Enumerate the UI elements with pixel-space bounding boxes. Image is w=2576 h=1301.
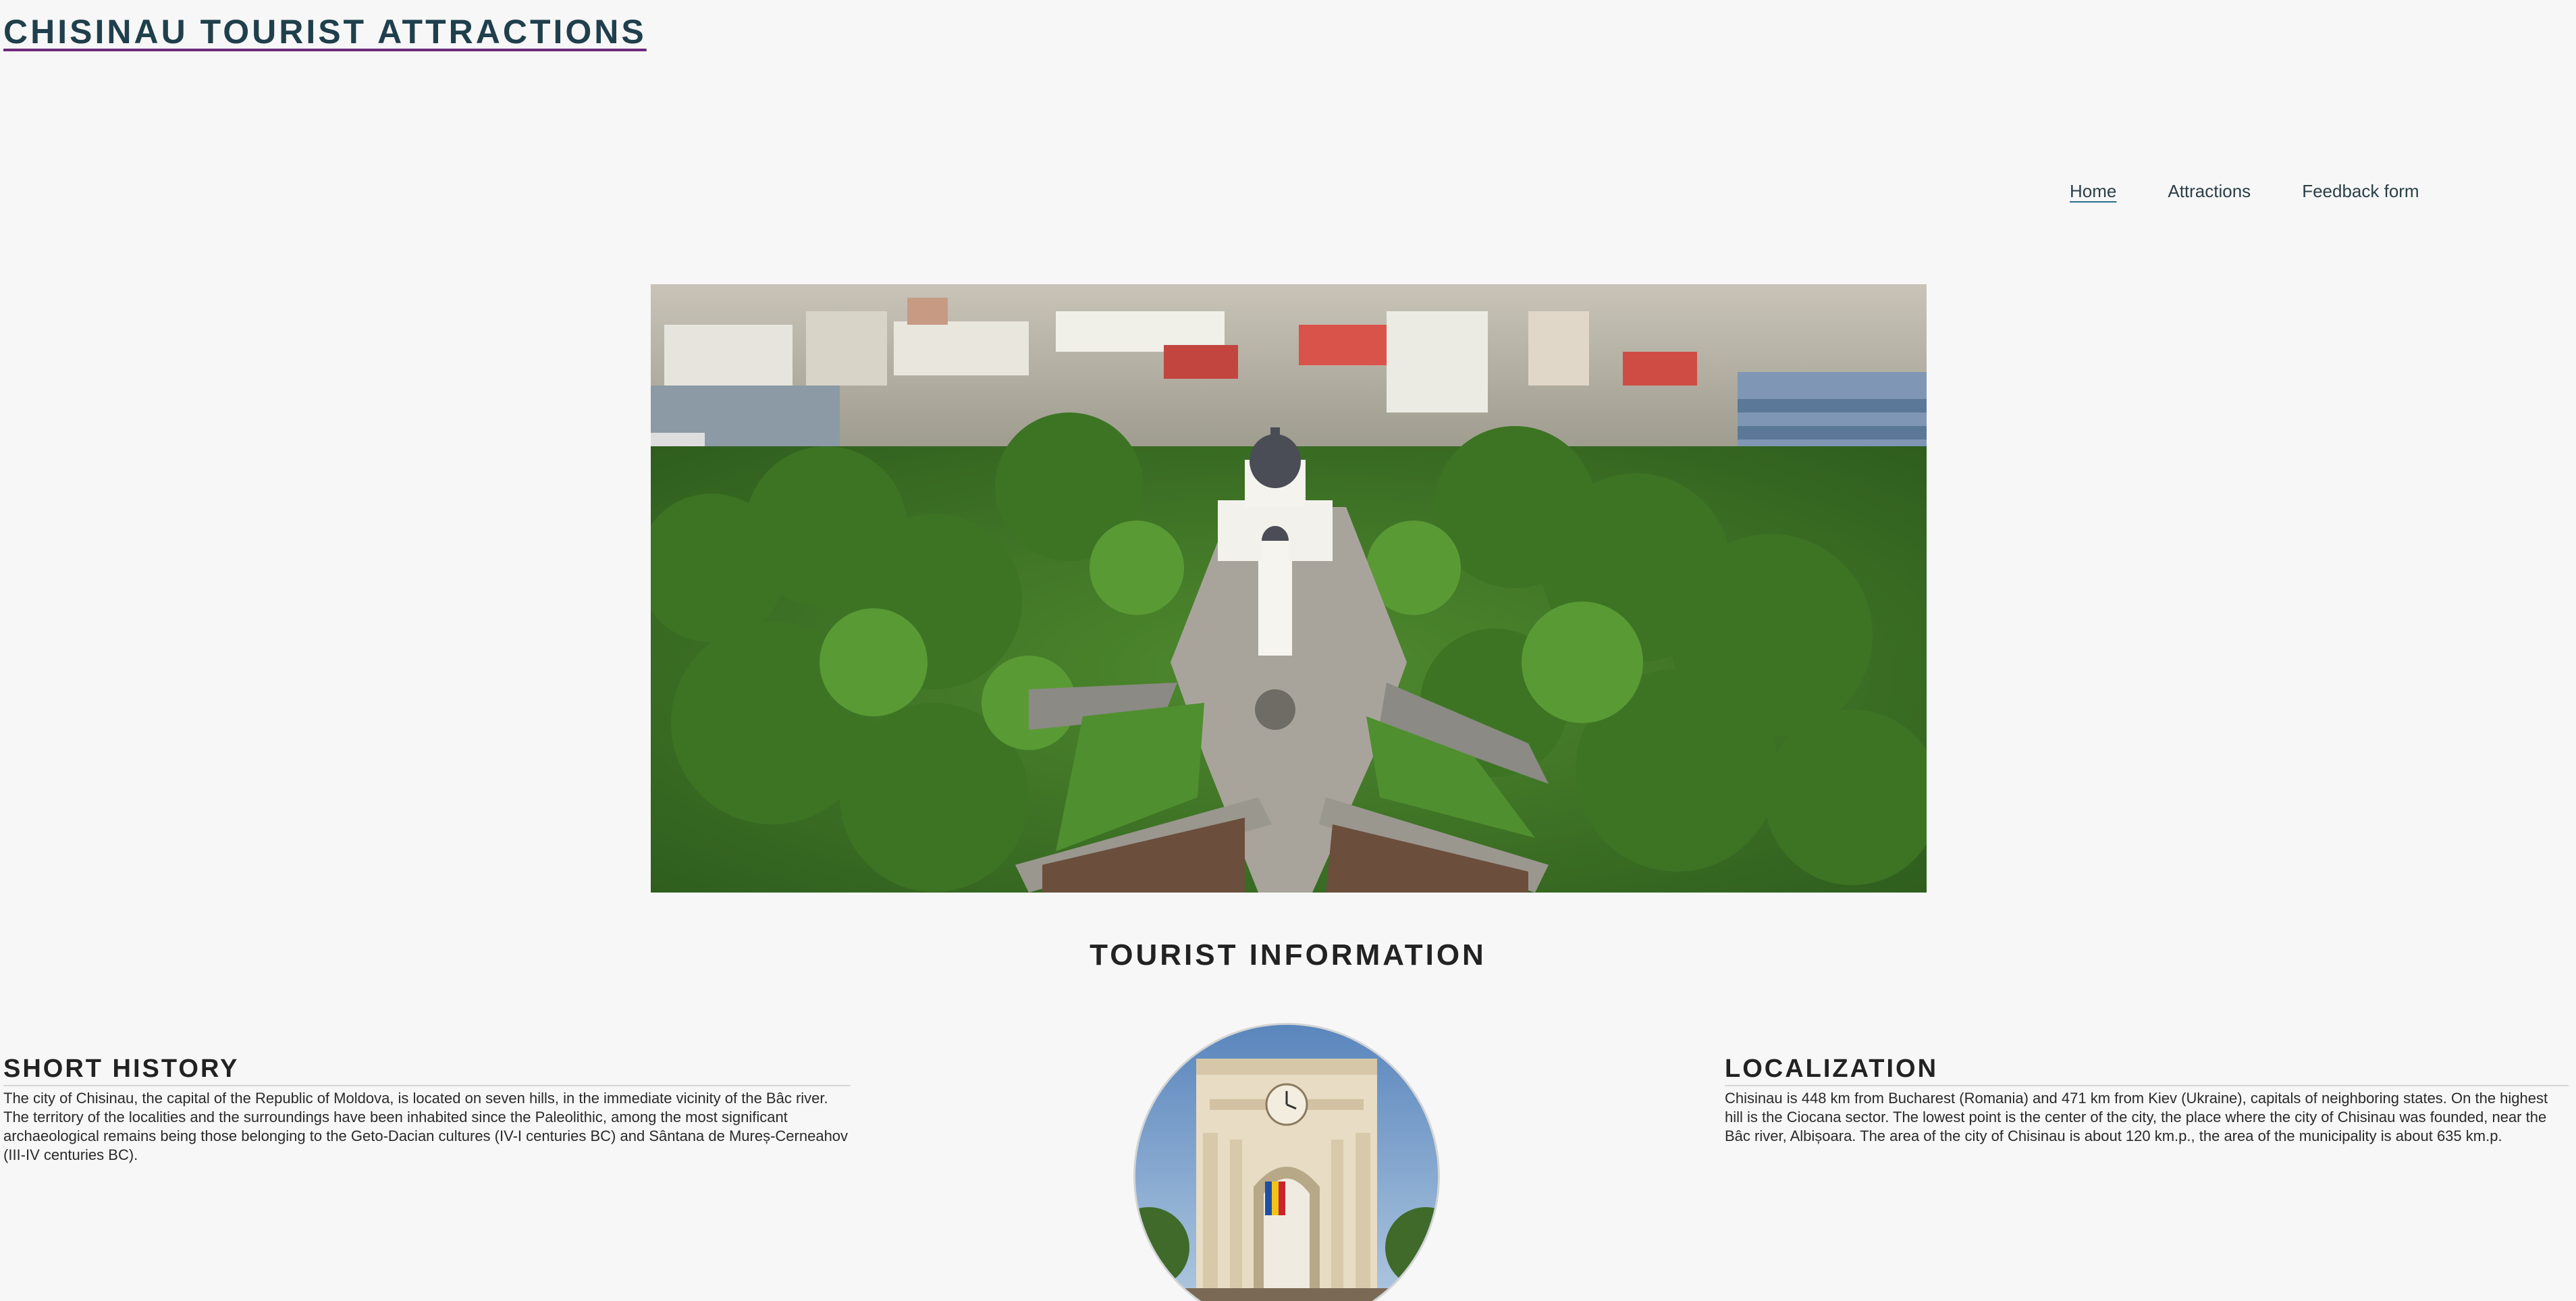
localization-heading: LOCALIZATION [1725, 1055, 2569, 1086]
history-heading: SHORT HISTORY [3, 1055, 851, 1086]
nav-home[interactable]: Home [2070, 181, 2116, 202]
localization-text: Chisinau is 448 km from Bucharest (Roman… [1725, 1090, 2548, 1144]
triumphal-arch-photo [1135, 1025, 1438, 1301]
site-title[interactable]: CHISINAU TOURIST ATTRACTIONS [3, 12, 647, 51]
main-nav: Home Attractions Feedback form [2070, 181, 2419, 202]
section-title: TOURIST INFORMATION [1090, 938, 1486, 972]
page: CHISINAU TOURIST ATTRACTIONS Home Attrac… [0, 0, 2576, 1301]
hero-image [651, 284, 1927, 893]
nav-feedback-form[interactable]: Feedback form [2302, 181, 2419, 202]
nav-attractions[interactable]: Attractions [2168, 181, 2251, 202]
localization-section: LOCALIZATION Chisinau is 448 km from Buc… [1725, 1055, 2569, 1146]
history-text: The city of Chisinau, the capital of the… [3, 1090, 849, 1163]
history-section: SHORT HISTORY The city of Chisinau, the … [3, 1055, 851, 1165]
